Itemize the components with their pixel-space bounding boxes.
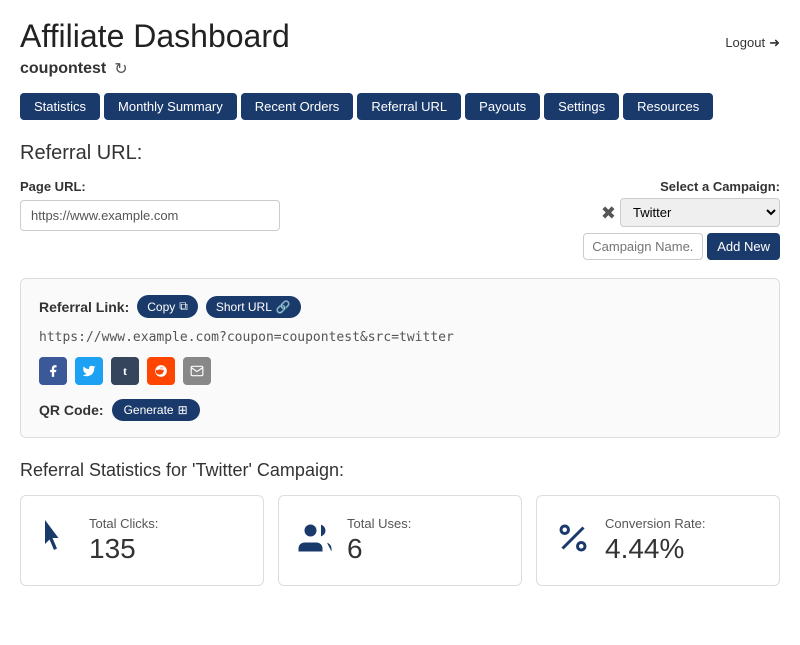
campaign-select[interactable]: Twitter Facebook Instagram Default <box>620 198 780 227</box>
qr-code-label: QR Code: <box>39 402 104 418</box>
qr-icon: ⊞ <box>178 403 188 417</box>
referral-link-label: Referral Link: <box>39 299 129 315</box>
nav-tabs: Statistics Monthly Summary Recent Orders… <box>20 93 780 120</box>
facebook-share-icon[interactable] <box>39 357 67 385</box>
twitter-share-icon[interactable] <box>75 357 103 385</box>
users-icon <box>297 520 333 562</box>
add-new-campaign-button[interactable]: Add New <box>707 233 780 260</box>
copy-label: Copy <box>147 300 175 314</box>
total-clicks-card: Total Clicks: 135 <box>20 495 264 586</box>
generate-label: Generate <box>124 403 174 417</box>
conversion-rate-label: Conversion Rate: <box>605 516 705 531</box>
tab-payouts[interactable]: Payouts <box>465 93 540 120</box>
page-url-label: Page URL: <box>20 179 500 194</box>
tab-monthly-summary[interactable]: Monthly Summary <box>104 93 237 120</box>
referral-link-box: Referral Link: Copy ⧉ Short URL 🔗 https:… <box>20 278 780 438</box>
referral-url-section-title: Referral URL: <box>20 142 780 165</box>
total-uses-label: Total Uses: <box>347 516 411 531</box>
short-url-label: Short URL <box>216 300 272 314</box>
logout-label: Logout <box>725 35 765 50</box>
cursor-icon <box>39 520 75 562</box>
campaign-name-input[interactable] <box>583 233 703 260</box>
short-url-button[interactable]: Short URL 🔗 <box>206 296 301 318</box>
tab-settings[interactable]: Settings <box>544 93 619 120</box>
logout-icon: ➜ <box>769 35 780 51</box>
total-uses-card: Total Uses: 6 <box>278 495 522 586</box>
tab-statistics[interactable]: Statistics <box>20 93 100 120</box>
referral-url-display: https://www.example.com?coupon=coupontes… <box>39 330 761 345</box>
link-icon: 🔗 <box>276 300 291 314</box>
copy-icon: ⧉ <box>179 299 188 314</box>
username: coupontest <box>20 60 106 78</box>
stats-section-title: Referral Statistics for 'Twitter' Campai… <box>20 460 780 481</box>
conversion-rate-value: 4.44% <box>605 533 705 565</box>
logout-button[interactable]: Logout ➜ <box>725 35 780 51</box>
percent-icon <box>555 520 591 562</box>
reddit-share-icon[interactable] <box>147 357 175 385</box>
clear-campaign-button[interactable]: ✖ <box>601 204 616 222</box>
total-clicks-value: 135 <box>89 533 158 565</box>
tab-recent-orders[interactable]: Recent Orders <box>241 93 354 120</box>
email-share-icon[interactable] <box>183 357 211 385</box>
refresh-icon[interactable]: ↻ <box>114 59 127 79</box>
tumblr-share-icon[interactable]: t <box>111 357 139 385</box>
total-clicks-label: Total Clicks: <box>89 516 158 531</box>
social-icons: t <box>39 357 761 385</box>
tab-resources[interactable]: Resources <box>623 93 713 120</box>
copy-button[interactable]: Copy ⧉ <box>137 295 198 318</box>
page-title: Affiliate Dashboard <box>20 18 290 55</box>
conversion-rate-card: Conversion Rate: 4.44% <box>536 495 780 586</box>
page-url-input[interactable] <box>20 200 280 231</box>
stats-cards: Total Clicks: 135 Total Uses: 6 Conversi… <box>20 495 780 586</box>
generate-qr-button[interactable]: Generate ⊞ <box>112 399 200 421</box>
tab-referral-url[interactable]: Referral URL <box>357 93 461 120</box>
total-uses-value: 6 <box>347 533 411 565</box>
campaign-select-label: Select a Campaign: <box>520 179 780 194</box>
